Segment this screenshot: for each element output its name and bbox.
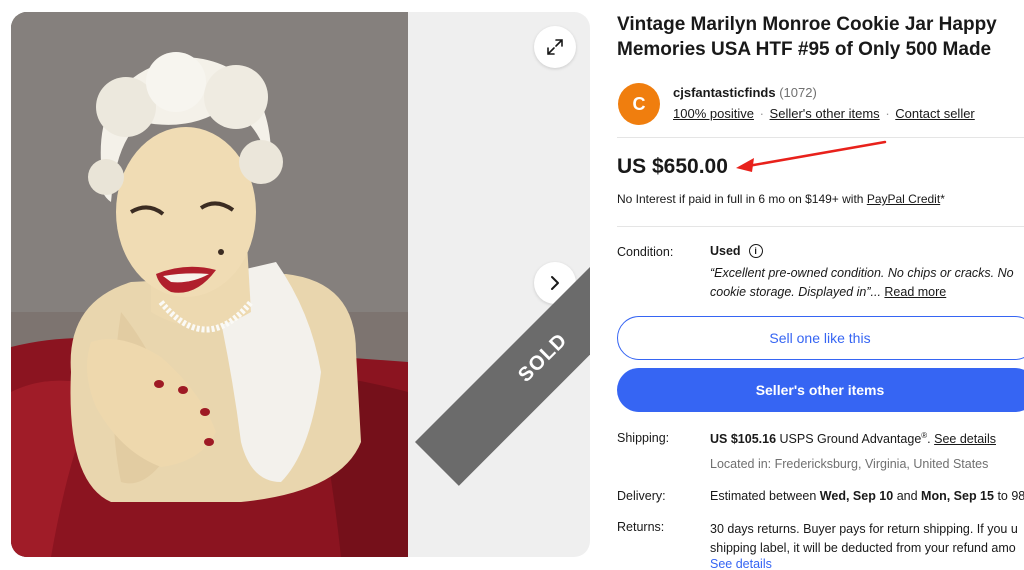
item-details: Vintage Marilyn Monroe Cookie Jar Happy … (617, 0, 1024, 570)
next-image-button[interactable] (534, 262, 576, 304)
annotation-arrow-icon (736, 140, 887, 172)
paypal-prefix: No Interest if paid in full in 6 mo on $… (617, 192, 867, 206)
delivery-date-end: Mon, Sep 15 (921, 489, 994, 503)
seller-positive-link[interactable]: 100% positive (673, 106, 754, 121)
item-price: US $650.00 (617, 155, 728, 178)
shipping-details-link[interactable]: See details (934, 432, 996, 446)
sellers-other-items-button[interactable]: Seller's other items (617, 368, 1024, 412)
expand-icon (547, 39, 563, 55)
item-location: Located in: Fredericksburg, Virginia, Un… (710, 457, 989, 471)
shipping-method: USPS Ground Advantage (776, 432, 922, 447)
listing-title: Vintage Marilyn Monroe Cookie Jar Happy … (617, 14, 997, 60)
image-gallery: SOLD (11, 12, 590, 557)
delivery-mid: and (893, 489, 922, 503)
separator-dot: · (885, 106, 890, 121)
paypal-credit-link[interactable]: PayPal Credit (867, 192, 940, 206)
delivery-date-start: Wed, Sep 10 (819, 489, 894, 503)
read-more-link[interactable]: Read more (884, 285, 946, 299)
seller-links: 100% positive · Seller's other items · C… (673, 106, 975, 121)
condition-label: Condition: (617, 245, 674, 259)
paypal-suffix: * (940, 192, 945, 206)
seller-avatar[interactable]: C (618, 83, 660, 125)
condition-quote-line2-row: cookie storage. Displayed in”... Read mo… (710, 283, 1024, 302)
condition-description: “Excellent pre-owned condition. No chips… (710, 264, 1024, 302)
product-photo[interactable] (11, 12, 408, 557)
separator-dot: · (759, 106, 764, 121)
condition-quote-line2: cookie storage. Displayed in”... (710, 285, 881, 299)
product-photo-illustration (11, 12, 408, 557)
condition-value-row: Used i (710, 244, 763, 258)
condition-quote-line1: “Excellent pre-owned condition. No chips… (710, 266, 1014, 280)
divider (617, 226, 1024, 227)
seller-feedback-count: (1072) (779, 85, 817, 100)
delivery-label: Delivery: (617, 489, 666, 503)
seller-name[interactable]: cjsfantasticfinds (673, 85, 776, 100)
seller-other-items-link[interactable]: Seller's other items (770, 106, 880, 121)
sell-one-like-this-button[interactable]: Sell one like this (617, 316, 1024, 360)
returns-details-link[interactable]: See details (710, 557, 772, 570)
condition-value: Used (710, 244, 741, 258)
delivery-suffix: to 98 (993, 489, 1024, 503)
returns-line2: shipping label, it will be deducted from… (710, 541, 1016, 555)
returns-value: 30 days returns. Buyer pays for return s… (710, 520, 1018, 558)
shipping-price: US $105.16 (710, 432, 777, 447)
paypal-credit-note: No Interest if paid in full in 6 mo on $… (617, 192, 945, 206)
seller-card: C cjsfantasticfinds (1072) 100% positive… (617, 82, 1024, 126)
chevron-right-icon (551, 276, 559, 290)
shipping-label: Shipping: (617, 431, 670, 445)
contact-seller-link[interactable]: Contact seller (895, 106, 974, 121)
seller-name-row: cjsfantasticfinds (1072) (673, 85, 817, 100)
expand-image-button[interactable] (534, 26, 576, 68)
delivery-value: Estimated between Wed, Sep 10 and Mon, S… (710, 489, 1024, 503)
shipping-value: US $105.16 USPS Ground Advantage®. See d… (710, 431, 996, 446)
returns-label: Returns: (617, 520, 665, 534)
info-icon[interactable]: i (748, 244, 763, 258)
delivery-prefix: Estimated between (710, 489, 820, 503)
returns-line1: 30 days returns. Buyer pays for return s… (710, 522, 1018, 536)
